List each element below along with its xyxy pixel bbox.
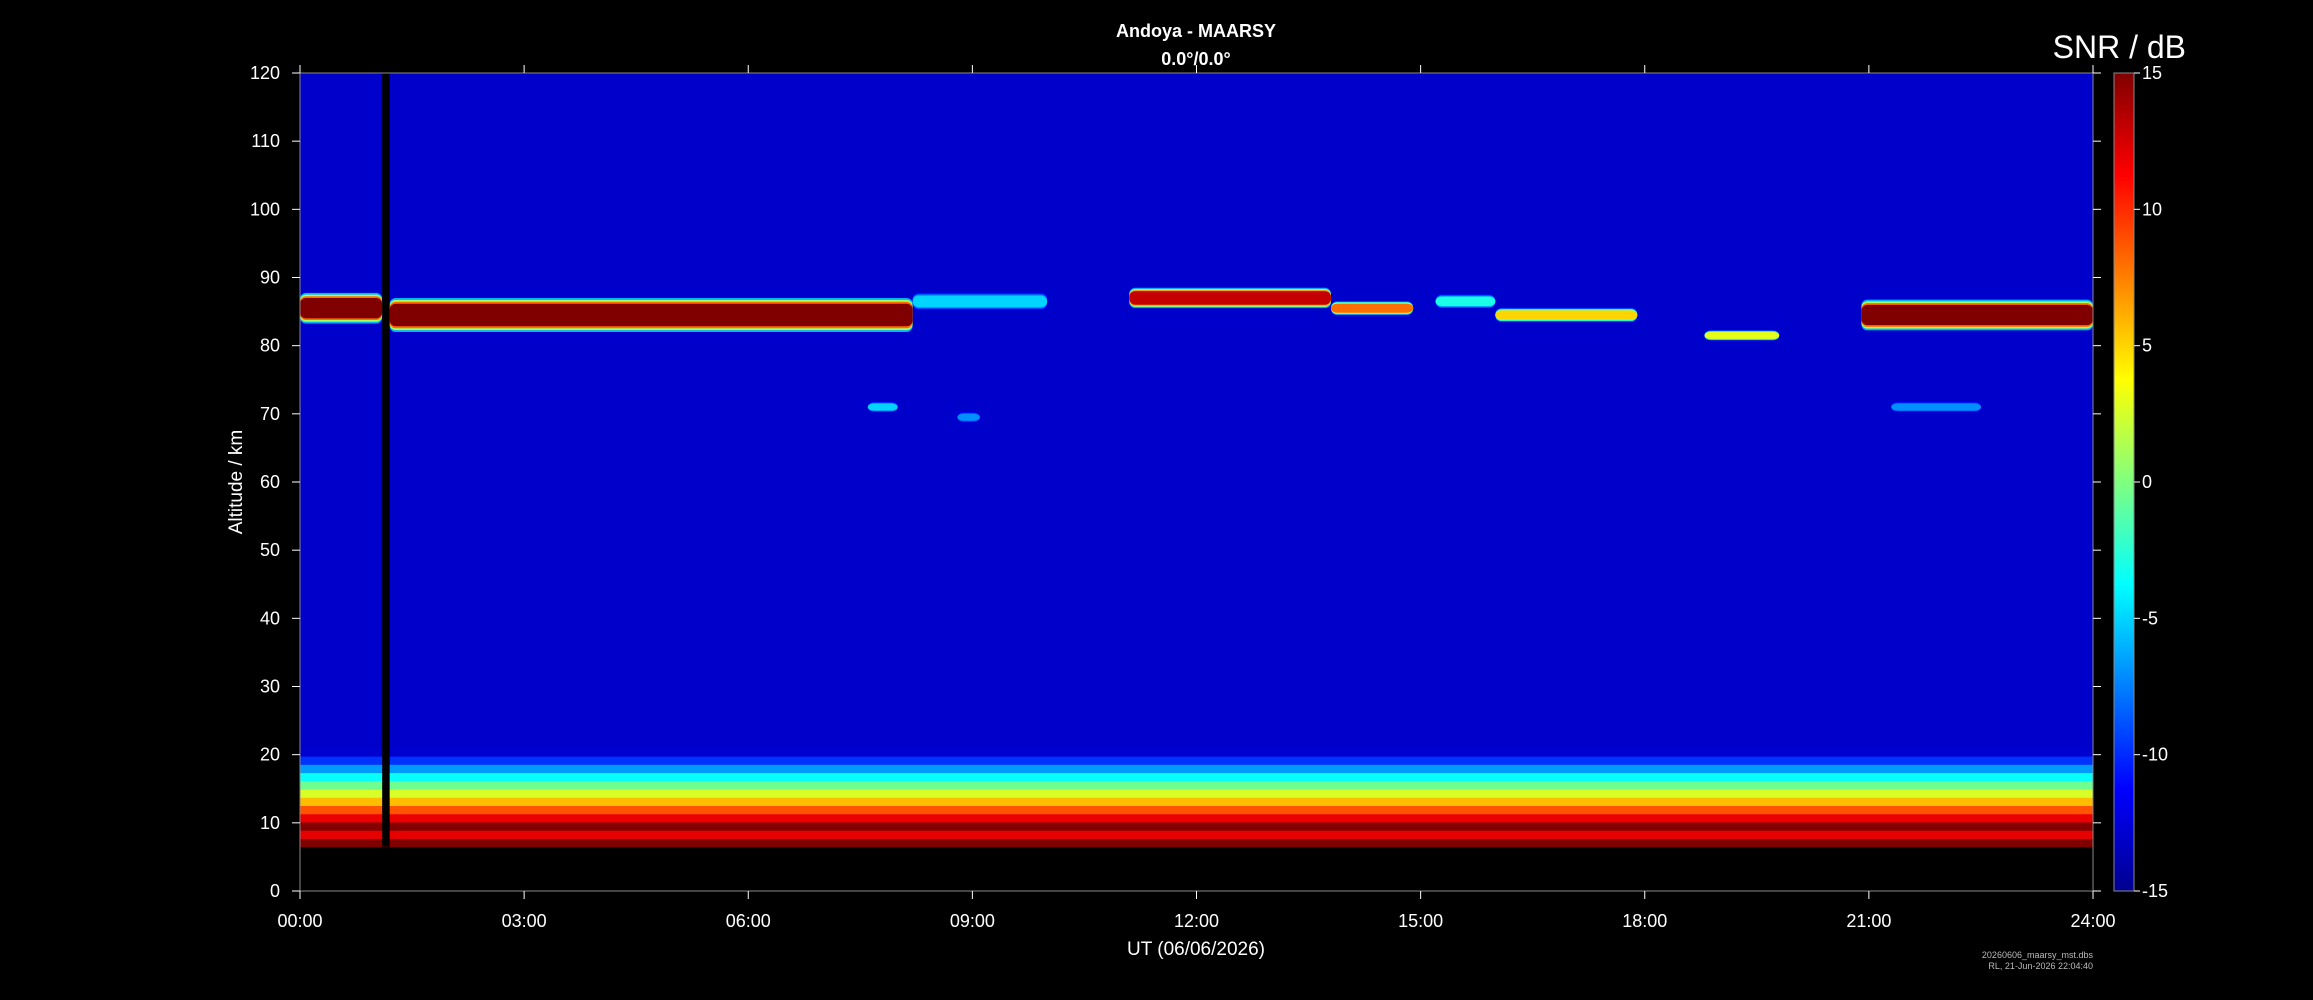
lower-atmosphere-band xyxy=(300,772,2093,782)
y-tick-label: 20 xyxy=(260,745,280,765)
pmse-echo-layer xyxy=(1704,332,1780,339)
y-tick-label: 110 xyxy=(251,131,280,151)
colorbar-tick-label: 5 xyxy=(2142,336,2152,356)
pmse-echo xyxy=(1704,330,1780,341)
pmse-echo-layer xyxy=(300,298,383,319)
heatmap-background xyxy=(300,73,2093,847)
x-tick-label: 21:00 xyxy=(1846,911,1891,931)
y-tick-label: 10 xyxy=(260,813,280,833)
lower-atmosphere-band xyxy=(300,813,2093,823)
pmwe-echo-layer xyxy=(867,403,898,411)
lower-atmosphere-band xyxy=(300,747,2093,757)
lower-atmosphere-band xyxy=(300,764,2093,774)
colorbar-tick-label: -15 xyxy=(2142,881,2168,901)
y-tick-label: 120 xyxy=(250,63,280,83)
y-tick-label: 100 xyxy=(250,199,280,219)
pmwe-echo xyxy=(957,412,980,423)
figure: Andoya - MAARSY 0.0°/0.0° 00:00 03:00 06:0… xyxy=(226,21,2186,971)
pmse-echo xyxy=(389,297,913,333)
colorbar-gradient xyxy=(2113,72,2135,892)
pmse-echo-layer xyxy=(1495,310,1638,320)
colorbar-tick-label: 15 xyxy=(2142,63,2162,83)
x-tick-label: 12:00 xyxy=(1174,911,1219,931)
x-tick-label: 06:00 xyxy=(726,911,771,931)
data-gap xyxy=(382,73,390,847)
pmse-echo-layer xyxy=(1435,296,1496,306)
x-tick-label: 09:00 xyxy=(950,911,995,931)
chart-titles: Andoya - MAARSY 0.0°/0.0° xyxy=(1116,21,1276,69)
pmse-echo xyxy=(300,292,383,324)
x-tick-label: 18:00 xyxy=(1622,911,1667,931)
y-tick-label: 30 xyxy=(260,677,280,697)
pmse-echo xyxy=(1495,308,1638,322)
lower-atmosphere-band xyxy=(300,780,2093,790)
lower-atmosphere-band xyxy=(300,821,2093,831)
footnote-author: RL, 21-Jun-2026 22:04:40 xyxy=(1988,961,2093,971)
footnote-file: 20260606_maarsy_mst.dbs xyxy=(1982,950,2094,960)
colorbar-ticks: 15 10 5 0 -5 -10 -15 xyxy=(2134,63,2168,901)
lower-atmosphere-echo xyxy=(300,747,2093,848)
lower-atmosphere-band xyxy=(300,805,2093,815)
pmse-echo-layer xyxy=(1129,291,1331,305)
y-axis-label: Altitude / km xyxy=(226,430,247,535)
y-tick-label: 0 xyxy=(270,881,280,901)
lower-atmosphere-band xyxy=(300,838,2093,848)
pmse-echo-layer xyxy=(912,295,1048,308)
pmwe-echo-layer xyxy=(1891,403,1981,411)
y-tick-label: 60 xyxy=(260,472,280,492)
lower-atmosphere-band xyxy=(300,830,2093,839)
x-tick-label: 15:00 xyxy=(1398,911,1443,931)
pmse-echo xyxy=(912,292,1048,310)
x-tick-label: 00:00 xyxy=(277,911,322,931)
y-tick-label: 70 xyxy=(260,404,280,424)
colorbar-tick-label: 0 xyxy=(2142,472,2152,492)
chart-title: Andoya - MAARSY xyxy=(1116,21,1276,41)
lower-atmosphere-band xyxy=(300,797,2093,807)
x-axis-label: UT (06/06/2026) xyxy=(1127,939,1265,960)
y-tick-label: 90 xyxy=(260,268,280,288)
y-tick-label: 40 xyxy=(260,608,280,628)
pmse-echo-layer xyxy=(1330,303,1414,313)
pmwe-echo-layer xyxy=(957,413,980,421)
footnote: 20260606_maarsy_mst.dbs RL, 21-Jun-2026 … xyxy=(1982,950,2094,971)
colorbar-tick-label: -5 xyxy=(2142,608,2158,628)
y-tick-label: 50 xyxy=(260,540,280,560)
lower-atmosphere-band xyxy=(300,789,2093,798)
pmse-echo-layer xyxy=(389,303,913,327)
pmse-echo xyxy=(1435,294,1496,309)
x-tick-label: 03:00 xyxy=(502,911,547,931)
x-tick-label: 24:00 xyxy=(2070,911,2115,931)
pmse-echo xyxy=(1330,301,1414,315)
colorbar-title: SNR / dB xyxy=(2053,29,2186,65)
pmwe-echo xyxy=(1891,401,1981,413)
pmse-echo-layer xyxy=(1861,304,2093,326)
heatmap-layer xyxy=(300,73,2093,848)
pmwe-echo xyxy=(867,401,898,413)
plot-area: 00:00 03:00 06:00 09:00 12:00 15:00 18:00 21:00… xyxy=(250,63,2116,931)
pmse-echo xyxy=(1861,299,2093,331)
y-tick-label: 80 xyxy=(260,336,280,356)
pmse-echo xyxy=(1129,287,1331,309)
lower-atmosphere-band xyxy=(300,756,2093,765)
colorbar-tick-label: 10 xyxy=(2142,199,2162,219)
colorbar-tick-label: -10 xyxy=(2142,745,2168,765)
